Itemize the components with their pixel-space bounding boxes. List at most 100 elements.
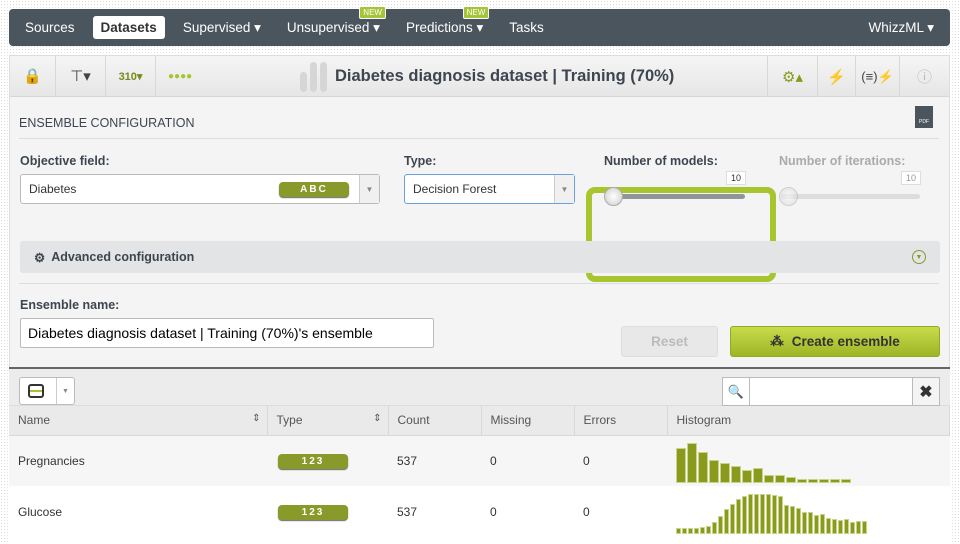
pdf-label: PDF — [919, 119, 929, 125]
dots-icon[interactable]: ●●●● — [156, 56, 204, 96]
objective-select[interactable]: Diabetes ABC ▼ — [20, 174, 380, 204]
histogram-bar — [814, 515, 819, 534]
column-header[interactable]: Type ⇕ — [267, 406, 389, 436]
info-icon[interactable]: ⓘ — [899, 56, 949, 97]
histogram-bar — [790, 505, 795, 534]
iterations-slider — [781, 194, 920, 199]
gears-icon: ⚙ — [34, 250, 46, 265]
view-select[interactable]: ▼ — [19, 377, 75, 405]
histogram-bar — [687, 442, 697, 483]
objective-value: Diabetes — [29, 182, 77, 196]
advanced-configuration-toggle[interactable]: ⚙ Advanced configuration ▼ — [20, 241, 940, 273]
histogram-bar — [700, 526, 705, 534]
pdf-icon[interactable]: PDF — [915, 106, 933, 128]
type-value: Decision Forest — [413, 182, 497, 196]
nav-label: Unsupervised ▾ — [286, 19, 380, 35]
top-nav: Sources Datasets Supervised ▾ Unsupervised … — [9, 5, 950, 46]
histogram-bar — [856, 521, 861, 534]
histogram-bar — [748, 493, 753, 534]
histogram-bar — [706, 525, 711, 534]
histogram[interactable] — [676, 439, 950, 483]
table-row[interactable]: Pregnancies 123 537 0 0 — [9, 435, 950, 486]
reset-button[interactable]: Reset — [621, 326, 718, 357]
nav-item-datasets[interactable]: Datasets — [92, 16, 165, 39]
nav-label: Predictions ▾ — [405, 19, 484, 35]
sort-icon[interactable]: ⇕ — [373, 413, 381, 424]
toolbar: 🔒 ⊤▾ 310▾ ●●●● Diabetes diagnosis datase… — [10, 56, 949, 97]
lock-icon[interactable]: 🔒 — [10, 56, 56, 96]
histogram-bar — [802, 511, 807, 534]
search-input[interactable] — [749, 377, 913, 406]
histogram-bar — [736, 498, 741, 534]
header-label: Missing — [490, 413, 532, 428]
cell-count: 537 — [397, 504, 418, 519]
column-header[interactable]: Count — [388, 406, 482, 436]
nav-label: Datasets — [100, 20, 157, 35]
models-value: 10 — [726, 171, 747, 185]
one-click-icon[interactable]: ⚡ — [817, 56, 855, 97]
histogram-bar — [754, 493, 759, 534]
histogram-bar — [709, 459, 719, 483]
sort-icon[interactable]: ⇕ — [252, 413, 260, 424]
iterations-label: Number of iterations: — [779, 154, 906, 168]
clear-search-icon[interactable]: ✖ — [912, 377, 940, 406]
histogram[interactable] — [676, 490, 950, 534]
chevron-down-icon: ▼ — [912, 250, 926, 264]
histogram-bar — [808, 511, 813, 534]
formula-icon[interactable]: (≡)⚡ — [855, 56, 899, 97]
create-ensemble-button[interactable]: ⁂ Create ensemble — [730, 326, 940, 357]
cell-name: Pregnancies — [18, 453, 85, 468]
fields-table: Name ⇕ Type ⇕ Count Missing Errors Histogram Pr… — [9, 406, 950, 537]
histogram-bar — [730, 503, 735, 534]
cell-type: 123 — [278, 453, 348, 469]
cell-count: 537 — [397, 453, 418, 468]
histogram-bar — [731, 466, 741, 483]
column-header[interactable]: Name ⇕ — [9, 406, 268, 436]
ensemble-icon: ⁂ — [770, 333, 784, 349]
divider — [19, 283, 939, 284]
column-header[interactable]: Histogram — [667, 406, 950, 436]
column-header[interactable]: Errors — [574, 406, 668, 436]
nav-item-unsupervised[interactable]: Unsupervised ▾ NEW — [279, 5, 388, 40]
histogram-bar — [760, 493, 765, 534]
histogram-bar — [862, 521, 867, 534]
models-label: Number of models: — [604, 154, 718, 168]
configure-gear-icon[interactable]: ⚙▴ — [767, 56, 817, 97]
objective-label: Objective field: — [20, 154, 110, 168]
histogram-bar — [676, 528, 681, 534]
models-slider-handle[interactable] — [604, 187, 623, 206]
chevron-down-icon: ▼ — [56, 378, 74, 404]
new-badge: NEW — [462, 5, 490, 19]
nav-item-predictions[interactable]: Predictions ▾ NEW — [398, 5, 491, 40]
histogram-bar — [830, 479, 840, 483]
nav-item-supervised[interactable]: Supervised ▾ — [175, 16, 269, 40]
models-slider[interactable] — [606, 194, 745, 199]
search-icon[interactable]: 🔍 — [722, 377, 750, 406]
histogram-bar — [712, 522, 717, 534]
cell-missing: 0 — [490, 504, 497, 519]
histogram-bar — [786, 476, 796, 483]
histogram-bar — [766, 493, 771, 534]
nav-item-sources[interactable]: Sources — [17, 16, 83, 39]
histogram-bar — [742, 496, 747, 534]
section-title: ENSEMBLE CONFIGURATION — [19, 116, 195, 130]
histogram-bar — [844, 519, 849, 534]
nav-item-tasks[interactable]: Tasks — [501, 16, 552, 39]
table-row[interactable]: Glucose 123 537 0 0 — [9, 486, 950, 537]
chevron-down-icon: ▼ — [359, 175, 379, 203]
tree-icon[interactable]: ⊤▾ — [56, 56, 106, 96]
histogram-bar — [764, 475, 774, 483]
count-icon[interactable]: 310▾ — [106, 56, 156, 96]
header-label: Count — [397, 413, 430, 428]
fields-section: ▼ 🔍 ✖ Name ⇕ Type ⇕ Count Missing Errors Histog… — [9, 367, 950, 544]
column-header[interactable]: Missing — [481, 406, 575, 436]
dataset-title: Diabetes diagnosis dataset | Training (7… — [300, 56, 674, 97]
type-select[interactable]: Decision Forest ▼ — [404, 174, 575, 204]
header-label: Errors — [583, 413, 617, 428]
histogram-bar — [826, 518, 831, 534]
ensemble-name-input[interactable] — [20, 318, 434, 348]
header-label: Histogram — [676, 413, 732, 428]
cell-errors: 0 — [583, 453, 590, 468]
histogram-bar — [808, 479, 818, 483]
nav-item-whizzml[interactable]: WhizzML ▾ — [860, 16, 942, 40]
